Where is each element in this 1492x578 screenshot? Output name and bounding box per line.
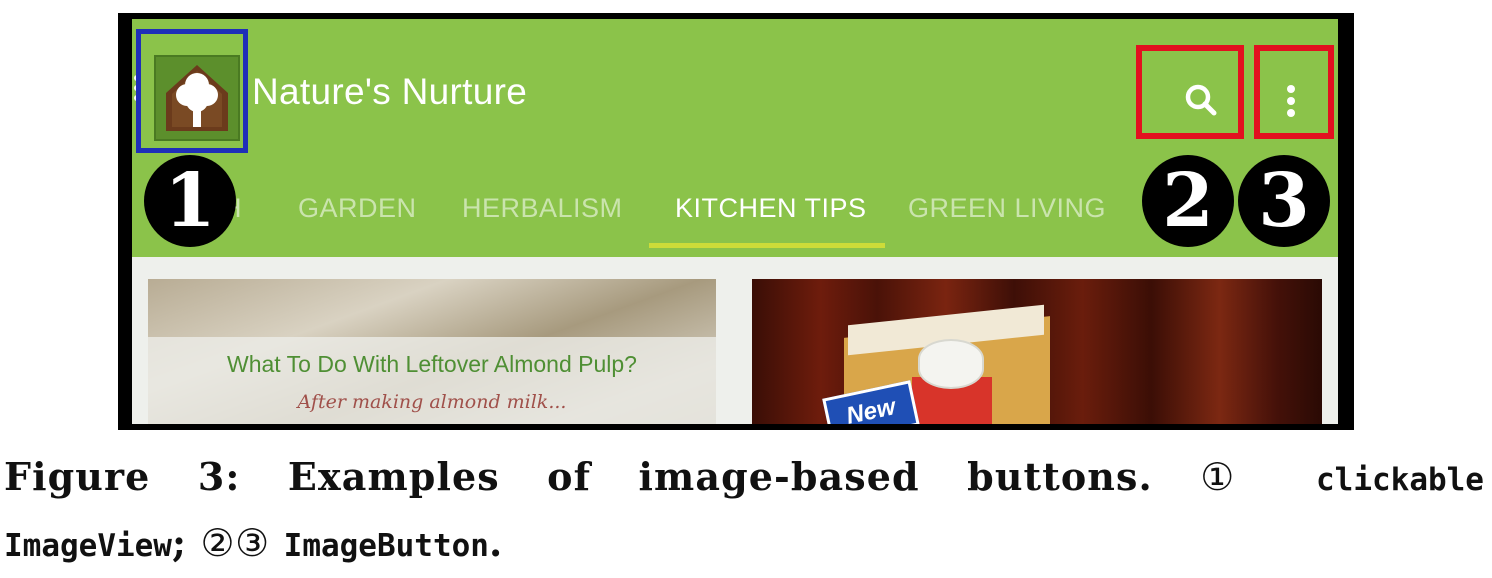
article-card-carton[interactable]: New: [752, 279, 1322, 424]
tab-herbalism[interactable]: HERBALISM: [462, 193, 623, 224]
caption-marker-2: ②: [200, 521, 236, 565]
figure-caption-line1: Figure 3: Examples of image-based button…: [4, 448, 1484, 509]
card-subtitle: After making almond milk...: [297, 391, 567, 413]
tab-kitchen-tips[interactable]: KITCHEN TIPS: [675, 193, 867, 224]
overflow-highlight-box: [1254, 45, 1334, 139]
figure-caption-line2: ImageView; ②③ ImageButton.: [4, 514, 503, 575]
article-card-almond[interactable]: What To Do With Leftover Almond Pulp? Af…: [148, 279, 716, 424]
tab-garden[interactable]: GARDEN: [298, 193, 417, 224]
marker-2: 2: [1142, 155, 1234, 247]
caption-end: .: [488, 520, 503, 565]
marker-1: 1: [144, 155, 236, 247]
app-bar: Nature's Nurture: [132, 19, 1338, 153]
app-title: Nature's Nurture: [252, 71, 528, 112]
caption-code-imageview: ImageView: [4, 528, 172, 564]
card-grid: What To Do With Leftover Almond Pulp? Af…: [132, 257, 1338, 424]
tab-green-living[interactable]: GREEN LIVING: [908, 193, 1106, 224]
active-tab-indicator: [649, 243, 885, 248]
figure-screenshot: Nature's Nurture H GARDEN HER: [118, 13, 1354, 430]
caption-sep: ;: [171, 520, 187, 565]
imageview-highlight-box: [136, 29, 248, 153]
card-title: What To Do With Leftover Almond Pulp?: [227, 351, 637, 377]
caption-marker-3: ③: [235, 521, 270, 565]
caption-marker-1: ①: [1200, 455, 1269, 499]
caption-text: Figure 3: Examples of image-based button…: [4, 454, 1153, 499]
search-highlight-box: [1136, 45, 1244, 139]
marker-3: 3: [1238, 155, 1330, 247]
carton-cap: [918, 339, 984, 389]
caption-code-clickable: clickable: [1316, 462, 1484, 498]
caption-code-imagebutton: ImageButton: [283, 528, 489, 564]
